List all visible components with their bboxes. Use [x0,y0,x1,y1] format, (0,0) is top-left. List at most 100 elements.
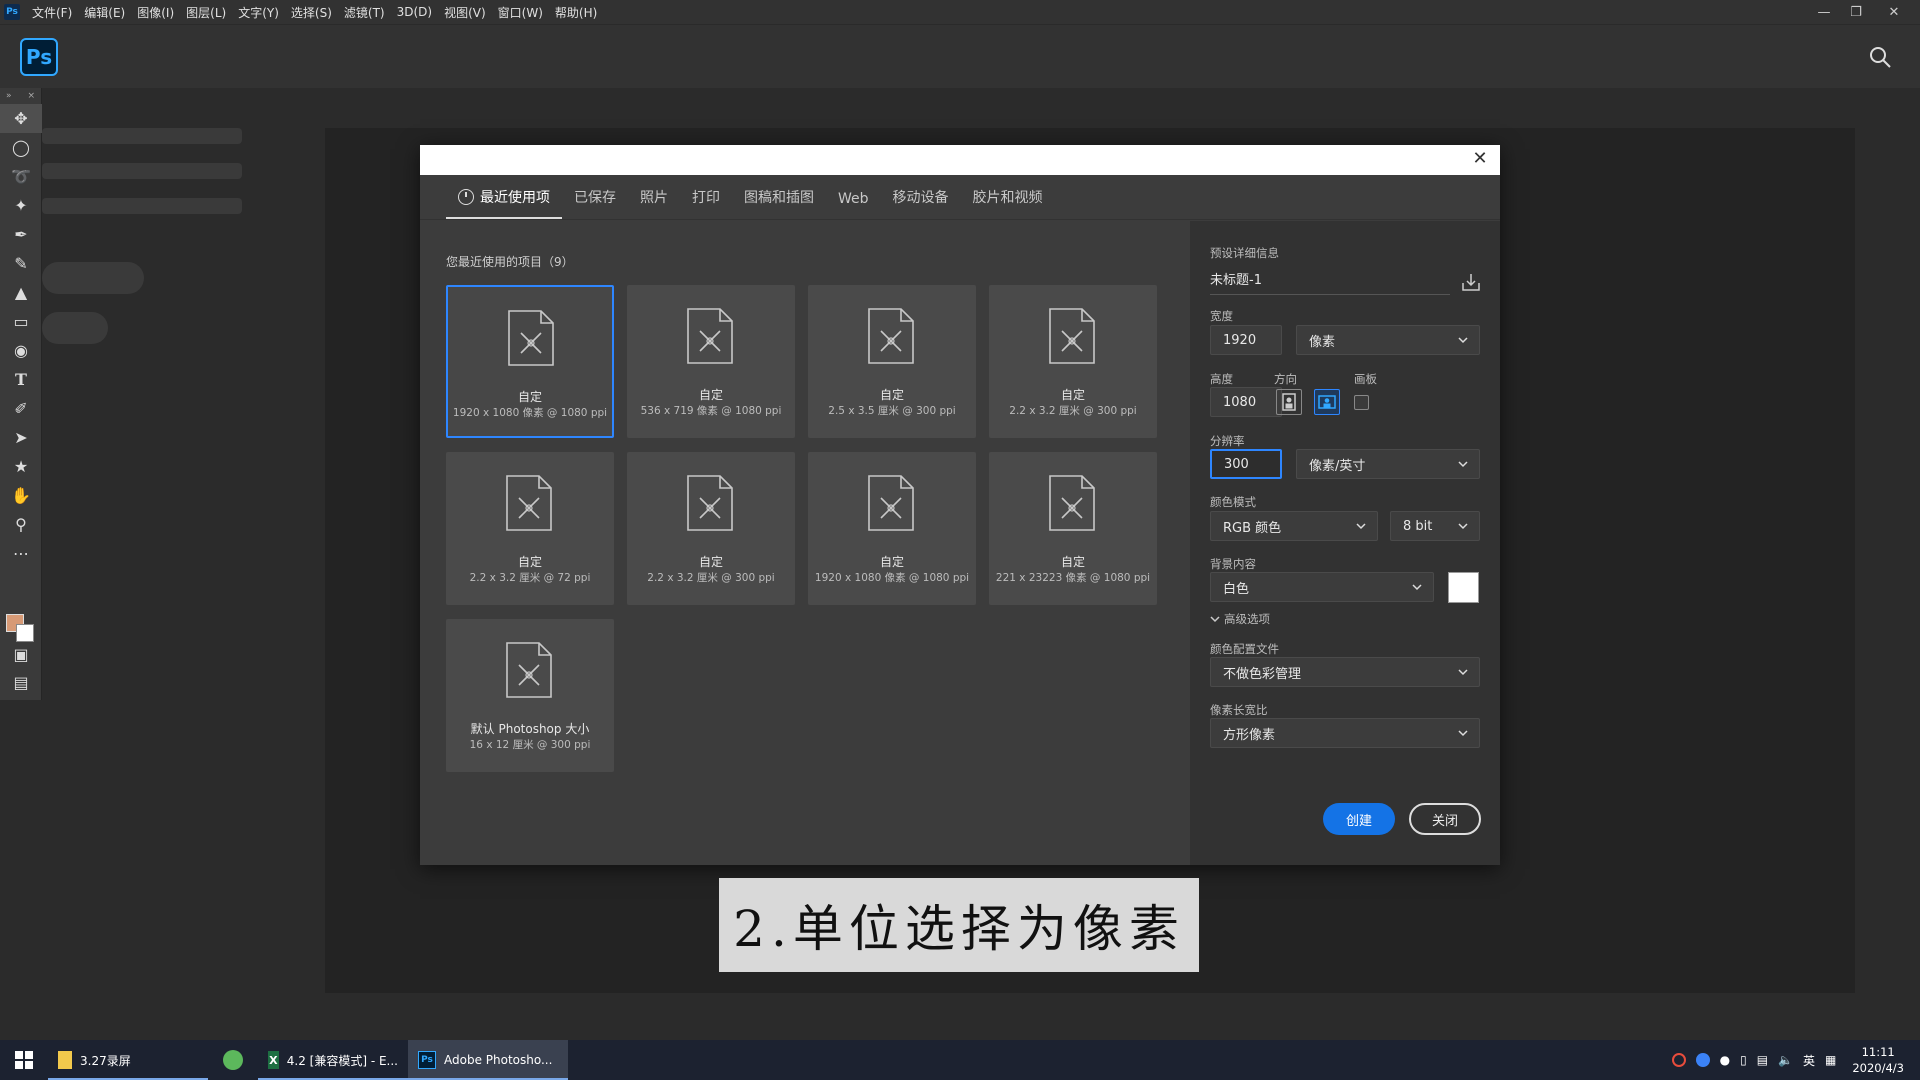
tab-art[interactable]: 图稿和插图 [732,187,826,219]
minimize-icon[interactable]: — [1808,0,1840,24]
shape-tool-icon[interactable]: ★ [0,452,42,481]
tab-photo[interactable]: 照片 [628,187,680,219]
eraser-tool-icon[interactable]: ▭ [0,307,42,336]
doc-name-input[interactable]: 未标题-1 [1210,269,1450,295]
menu-edit[interactable]: 编辑(E) [78,4,131,21]
preset-card[interactable]: 自定 1920 x 1080 像素 @ 1080 ppi [808,452,976,605]
menu-image[interactable]: 图像(I) [131,4,180,21]
move-tool-icon[interactable]: ✥ [0,104,42,133]
photoshop-logo[interactable]: Ps [20,38,58,76]
menu-filter[interactable]: 滤镜(T) [338,4,391,21]
color-mode-select[interactable]: RGB 颜色 [1210,511,1378,541]
menu-3d[interactable]: 3D(D) [391,5,438,19]
volume-icon[interactable]: 🔈 [1778,1053,1793,1067]
landscape-orientation-button[interactable] [1314,389,1340,415]
ps-app-icon: Ps [4,4,20,20]
preset-detail: 2.5 x 3.5 厘米 @ 300 ppi [828,405,956,417]
resolution-unit-select[interactable]: 像素/英寸 [1296,449,1480,479]
preset-card[interactable]: 自定 2.2 x 3.2 厘米 @ 300 ppi [627,452,795,605]
menu-help[interactable]: 帮助(H) [549,4,603,21]
brush-tool-icon[interactable]: ✎ [0,249,42,278]
resolution-input[interactable]: 300 [1210,449,1282,479]
search-icon[interactable] [1868,45,1892,69]
width-input[interactable]: 1920 [1210,325,1282,355]
preset-card[interactable]: 默认 Photoshop 大小 16 x 12 厘米 @ 300 ppi [446,619,614,772]
portrait-orientation-button[interactable] [1276,389,1302,415]
menu-window[interactable]: 窗口(W) [492,4,549,21]
document-icon [868,475,914,531]
bucket-tool-icon[interactable]: ◉ [0,336,42,365]
tab-saved[interactable]: 已保存 [562,187,628,219]
taskbar-item-photoshop[interactable]: Ps Adobe Photosho... [408,1040,568,1080]
system-clock[interactable]: 11:11 2020/4/3 [1846,1044,1910,1076]
background-select[interactable]: 白色 [1210,572,1434,602]
preset-detail: 2.2 x 3.2 厘米 @ 300 ppi [1009,405,1137,417]
path-select-icon[interactable]: ➤ [0,423,42,452]
tab-mobile[interactable]: 移动设备 [881,187,961,219]
stamp-tool-icon[interactable]: ▲ [0,278,42,307]
advanced-options-toggle[interactable]: 高级选项 [1210,611,1270,627]
record-icon[interactable] [1671,1053,1686,1067]
tab-print[interactable]: 打印 [680,187,732,219]
wifi-icon[interactable]: ▤ [1757,1053,1768,1067]
magic-wand-icon[interactable]: ✦ [0,191,42,220]
artboard-label: 画板 [1354,372,1377,386]
lasso-tool-icon[interactable]: ➰ [0,162,42,191]
wechat-icon[interactable]: ● [1720,1053,1730,1067]
keyboard-icon[interactable]: ▦ [1825,1053,1836,1067]
preset-card[interactable]: 自定 221 x 23223 像素 @ 1080 ppi [989,452,1157,605]
preset-detail: 536 x 719 像素 @ 1080 ppi [640,405,782,417]
quick-mask-icon[interactable]: ▣ [0,640,42,669]
hand-tool-icon[interactable]: ✋ [0,481,42,510]
network-icon[interactable]: ▯ [1740,1053,1747,1067]
shield-icon[interactable] [1695,1053,1710,1067]
color-profile-select[interactable]: 不做色彩管理 [1210,657,1480,687]
tab-web[interactable]: Web [826,191,881,219]
close-icon[interactable]: ✕ [1470,149,1490,169]
eyedropper-icon[interactable]: ✒ [0,220,42,249]
artboard-checkbox[interactable] [1354,395,1369,410]
width-unit-select[interactable]: 像素 [1296,325,1480,355]
preset-card[interactable]: 自定 2.5 x 3.5 厘米 @ 300 ppi [808,285,976,438]
tab-recent[interactable]: 最近使用项 [446,187,562,219]
menu-layer[interactable]: 图层(L) [180,4,232,21]
resolution-label: 分辨率 [1210,434,1245,448]
create-button[interactable]: 创建 [1323,803,1395,835]
taskbar-item-excel[interactable]: X 4.2 [兼容模式] - E... [258,1040,408,1080]
marquee-tool-icon[interactable]: ◯ [0,133,42,162]
taskbar-item-recorder[interactable] [208,1040,258,1080]
window-close-icon[interactable]: ✕ [1878,0,1910,24]
color-swatches[interactable] [6,608,38,642]
save-preset-icon[interactable] [1460,271,1482,293]
more-tools-icon[interactable]: ⋯ [0,539,42,568]
placeholder-bar [42,163,242,179]
bit-depth-select[interactable]: 8 bit [1390,511,1480,541]
pen-tool-icon[interactable]: ✐ [0,394,42,423]
recorder-icon [223,1050,243,1070]
windows-taskbar: 3.27录屏 X 4.2 [兼容模式] - E... Ps Adobe Phot… [0,1040,1920,1080]
restore-icon[interactable]: ❐ [1840,0,1872,24]
taskbar-item-folder[interactable]: 3.27录屏 [48,1040,208,1080]
preset-card[interactable]: 自定 2.2 x 3.2 厘米 @ 72 ppi [446,452,614,605]
portrait-icon [1282,393,1296,411]
menu-type[interactable]: 文字(Y) [232,4,285,21]
menu-select[interactable]: 选择(S) [285,4,338,21]
close-button[interactable]: 关闭 [1409,803,1481,835]
menu-view[interactable]: 视图(V) [438,4,492,21]
menu-file[interactable]: 文件(F) [26,4,78,21]
pixel-aspect-select[interactable]: 方形像素 [1210,718,1480,748]
start-button[interactable] [0,1040,48,1080]
zoom-tool-icon[interactable]: ⚲ [0,510,42,539]
background-color-swatch[interactable] [1448,572,1479,603]
height-input[interactable]: 1080 [1210,387,1282,417]
preset-card[interactable]: 自定 2.2 x 3.2 厘米 @ 300 ppi [989,285,1157,438]
collapse-icon[interactable]: » [6,91,12,101]
tab-film[interactable]: 胶片和视频 [961,187,1055,219]
screen-mode-icon[interactable]: ▤ [0,668,42,697]
preset-card[interactable]: 自定 536 x 719 像素 @ 1080 ppi [627,285,795,438]
ime-indicator[interactable]: 英 [1803,1052,1815,1069]
document-icon [687,475,733,531]
panel-close-icon[interactable]: × [27,91,35,101]
preset-card[interactable]: 自定 1920 x 1080 像素 @ 1080 ppi [446,285,614,438]
type-tool-icon[interactable]: T [0,365,42,394]
